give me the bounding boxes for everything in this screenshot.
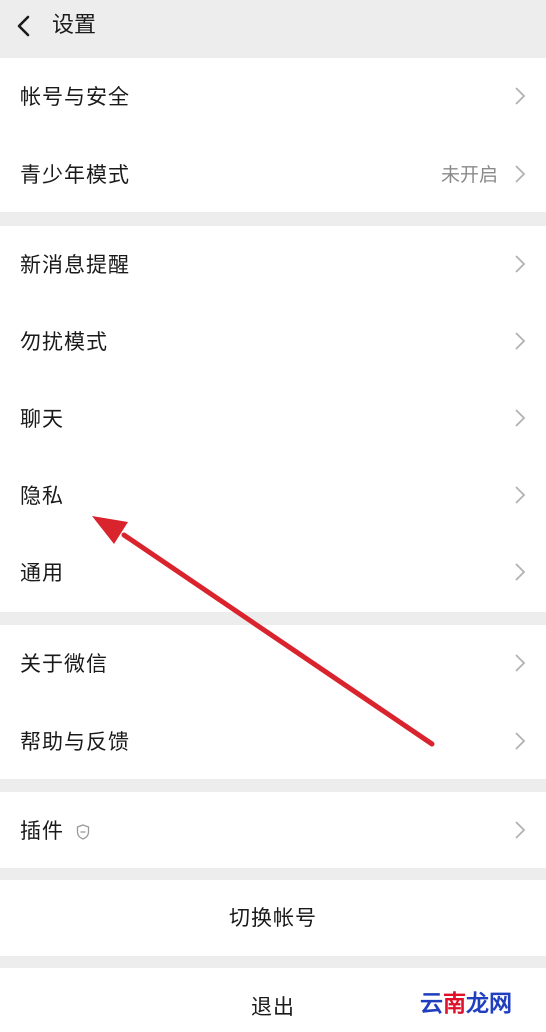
row-privacy[interactable]: 隐私 <box>0 457 546 535</box>
chevron-right-icon <box>515 732 526 750</box>
switch-account-label: 切换帐号 <box>229 906 317 930</box>
row-label: 聊天 <box>20 407 64 431</box>
chevron-right-icon <box>515 409 526 427</box>
chevron-right-icon <box>515 332 526 350</box>
row-label: 帐号与安全 <box>20 85 130 109</box>
row-general[interactable]: 通用 <box>0 534 546 612</box>
chevron-right-icon <box>515 654 526 672</box>
chevron-right-icon <box>515 165 526 183</box>
row-label: 通用 <box>20 561 64 585</box>
row-label: 青少年模式 <box>20 163 130 187</box>
chevron-right-icon <box>515 821 526 839</box>
row-help-feedback[interactable]: 帮助与反馈 <box>0 703 546 781</box>
watermark-part: 云 <box>420 991 443 1017</box>
row-new-message-alerts[interactable]: 新消息提醒 <box>0 226 546 304</box>
shield-icon <box>76 824 90 840</box>
row-value-status: 未开启 <box>440 164 498 186</box>
row-chat[interactable]: 聊天 <box>0 380 546 458</box>
chevron-right-icon <box>515 486 526 504</box>
row-account-security[interactable]: 帐号与安全 <box>0 58 546 136</box>
row-label: 帮助与反馈 <box>20 730 130 754</box>
chevron-left-icon <box>17 15 30 37</box>
settings-group-about: 关于微信 帮助与反馈 <box>0 625 546 779</box>
watermark-part: 南 <box>443 991 466 1017</box>
row-label: 勿扰模式 <box>20 330 108 354</box>
settings-group-general: 新消息提醒 勿扰模式 聊天 隐私 通用 <box>0 226 546 612</box>
watermark-logo: 云南龙网 <box>420 990 512 1018</box>
row-label: 插件 <box>20 819 64 843</box>
chevron-right-icon <box>515 563 526 581</box>
watermark-part: 龙网 <box>466 991 512 1017</box>
settings-screen: 设置 帐号与安全 青少年模式 未开启 新消息提醒 勿扰模式 聊天 隐私 通用 关… <box>0 0 546 1032</box>
row-label: 关于微信 <box>20 652 108 676</box>
row-do-not-disturb[interactable]: 勿扰模式 <box>0 303 546 381</box>
row-label: 隐私 <box>20 484 64 508</box>
chevron-right-icon <box>515 255 526 273</box>
row-youth-mode[interactable]: 青少年模式 未开启 <box>0 136 546 214</box>
row-plugins[interactable]: 插件 <box>0 792 546 868</box>
back-button[interactable] <box>12 10 40 42</box>
switch-account-button[interactable]: 切换帐号 <box>0 880 546 956</box>
row-label: 新消息提醒 <box>20 253 130 277</box>
chevron-right-icon <box>515 87 526 105</box>
settings-group-account: 帐号与安全 青少年模式 未开启 <box>0 58 546 212</box>
row-about-wechat[interactable]: 关于微信 <box>0 625 546 703</box>
top-bar: 设置 <box>0 0 546 56</box>
page-title: 设置 <box>52 13 97 38</box>
settings-group-plugins: 插件 <box>0 792 546 868</box>
